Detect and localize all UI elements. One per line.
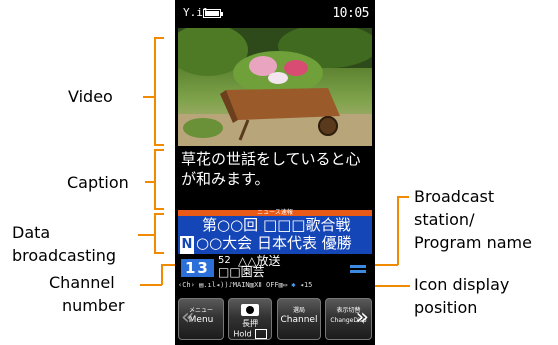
callout-data-broadcasting-line2: broadcasting — [12, 246, 117, 265]
video-bracket-bottom — [154, 144, 164, 146]
video-bracket-top — [154, 37, 164, 39]
callout-icon-display-line1: Icon display — [414, 275, 510, 294]
camera-softkey-hold: 長押 Hold — [229, 319, 271, 340]
bluetooth-icon: ✱ — [291, 281, 296, 289]
callout-data-broadcasting-line1: Data — [12, 223, 51, 242]
program-name: □□園芸 — [218, 265, 265, 279]
caption-text: 草花の世話をしていると心が和みます。 — [178, 146, 372, 210]
channel-softkey[interactable]: 選局 Channel — [277, 298, 321, 340]
change-display-softkey[interactable]: 表示切替 ChangeDisp » — [325, 298, 372, 340]
clock: 10:05 — [332, 6, 369, 21]
camera-softkey[interactable]: 長押 Hold — [228, 298, 272, 340]
callout-broadcast-station-line3: Program name — [414, 233, 532, 252]
garden-scene-image — [178, 28, 372, 146]
camera-icon — [241, 304, 259, 316]
caption-leader — [145, 181, 154, 183]
data-broadcast-panel[interactable]: ニュース速報 第○○回 □□□歌合戦 N ○○大会 日本代表 優勝 — [178, 210, 372, 254]
channel-leader-v — [161, 264, 163, 285]
video-area[interactable] — [178, 28, 372, 146]
data-broadcast-row2-container: N ○○大会 日本代表 優勝 — [178, 234, 372, 254]
callout-broadcast-station-line2: station/ — [414, 210, 475, 229]
callout-channel-number-line1: Channel — [49, 273, 115, 292]
channel-softkey-label: Channel — [280, 315, 318, 325]
channel-number: 13 — [181, 259, 214, 277]
databc-leader — [138, 234, 154, 236]
callout-caption: Caption — [67, 173, 129, 192]
volume-indicator: ◂15 — [299, 281, 313, 289]
callout-broadcast-station-line1: Broadcast — [414, 187, 495, 206]
callout-channel-number-line2: number — [62, 296, 125, 315]
battery-icon — [203, 9, 223, 18]
video-bracket-vertical — [154, 37, 156, 145]
databc-bracket-top — [154, 213, 164, 215]
icon-display-row: ‹Ch› ▤.ıl◂))♪MAIN▥Ⅻ OFF▥▭ ✱ ◂15 — [178, 280, 372, 291]
channel-softkey-jp: 選局 — [292, 307, 305, 314]
databc-bracket-bottom — [154, 252, 164, 254]
status-icons: ‹Ch› ▤.ıl◂))♪MAIN▥Ⅻ OFF▥▭ — [178, 281, 288, 289]
softkey-bar: « メニュー Menu 長押 Hold 選局 Channel 表示切替 Chang… — [175, 294, 375, 345]
hold-box-icon — [254, 329, 267, 339]
station-leader-v — [397, 196, 399, 265]
channel-bar: 13 52 △△放送 □□園芸 — [178, 255, 372, 279]
caption-bracket-bottom — [154, 208, 164, 210]
phone-screen: Y.il 10:05 草花の世話をしていると心が和みます。 ニュース速報 第○○… — [175, 0, 375, 345]
caption-bracket-vertical — [154, 149, 156, 209]
callout-video: Video — [68, 87, 113, 106]
databc-bracket-vertical — [154, 213, 156, 253]
hold-jp: 長押 — [242, 319, 258, 328]
status-bar: Y.il 10:05 — [175, 0, 375, 28]
menu-softkey[interactable]: « メニュー Menu — [178, 298, 224, 340]
channel-leader-h — [140, 284, 162, 286]
chevron-right-icon: » — [355, 305, 369, 330]
station-leader-h — [397, 196, 409, 198]
signal-strength-icon — [350, 265, 366, 277]
caption-bracket-top — [154, 149, 164, 151]
icon-display-leader — [372, 285, 410, 287]
hold-label: Hold — [233, 329, 252, 339]
callout-icon-display-line2: position — [414, 298, 478, 317]
video-leader — [143, 96, 154, 98]
news-badge-icon: N — [180, 236, 194, 254]
data-broadcast-row2: ○○大会 日本代表 優勝 — [196, 234, 352, 252]
data-broadcast-row1: 第○○回 □□□歌合戦 — [202, 216, 351, 234]
chevron-left-icon: « — [181, 305, 195, 330]
